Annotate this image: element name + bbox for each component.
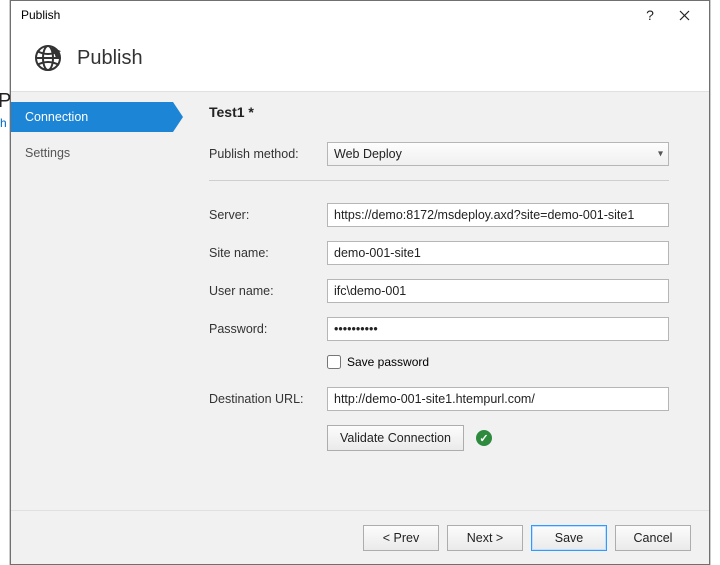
nav-item-label: Connection [25, 110, 88, 124]
password-input[interactable] [327, 317, 669, 341]
help-button[interactable]: ? [633, 1, 667, 29]
cancel-button[interactable]: Cancel [615, 525, 691, 551]
publish-method-label: Publish method: [209, 147, 327, 161]
close-icon [679, 10, 690, 21]
user-name-input[interactable] [327, 279, 669, 303]
dialog-title: Publish [77, 47, 143, 70]
user-name-label: User name: [209, 284, 327, 298]
wizard-footer: < Prev Next > Save Cancel [11, 510, 709, 564]
site-name-input[interactable] [327, 241, 669, 265]
server-input[interactable] [327, 203, 669, 227]
destination-url-label: Destination URL: [209, 392, 327, 406]
globe-publish-icon [33, 43, 63, 73]
save-button[interactable]: Save [531, 525, 607, 551]
save-password-checkbox[interactable] [327, 355, 341, 369]
server-label: Server: [209, 208, 327, 222]
destination-url-input[interactable] [327, 387, 669, 411]
nav-item-label: Settings [25, 146, 70, 160]
save-password-label: Save password [347, 355, 429, 369]
profile-name: Test1 * [209, 104, 669, 120]
validate-connection-button[interactable]: Validate Connection [327, 425, 464, 451]
background-fragment: h [0, 116, 7, 130]
nav-item-connection[interactable]: Connection [11, 102, 173, 132]
next-button[interactable]: Next > [447, 525, 523, 551]
window-title: Publish [21, 8, 60, 22]
dialog-header: Publish [11, 29, 709, 92]
password-label: Password: [209, 322, 327, 336]
divider [209, 180, 669, 181]
connection-form: Test1 * Publish method: Web Deploy ▾ Ser… [173, 102, 709, 510]
close-button[interactable] [667, 1, 701, 29]
titlebar: Publish ? [11, 1, 709, 29]
nav-item-settings[interactable]: Settings [11, 138, 173, 168]
publish-method-select[interactable]: Web Deploy [327, 142, 669, 166]
site-name-label: Site name: [209, 246, 327, 260]
wizard-nav: Connection Settings [11, 102, 173, 510]
validation-ok-icon: ✓ [476, 430, 492, 446]
prev-button[interactable]: < Prev [363, 525, 439, 551]
publish-dialog: Publish ? Publish Connecti [10, 0, 710, 565]
